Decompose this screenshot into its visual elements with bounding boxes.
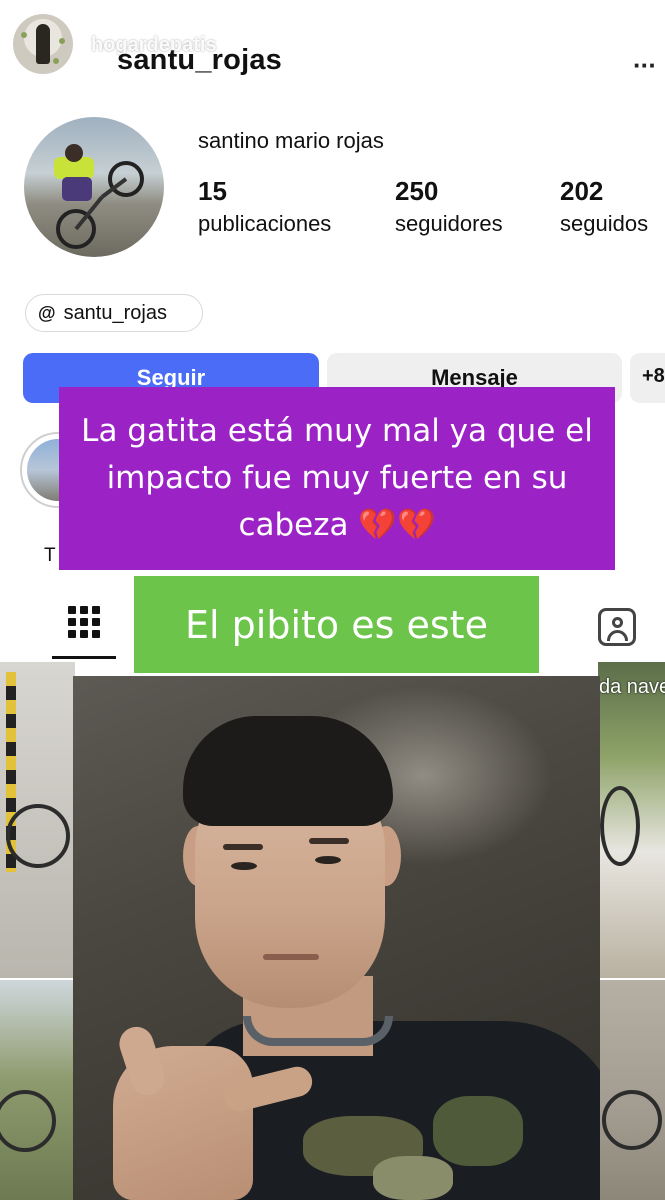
add-user-icon[interactable]: +8	[630, 353, 665, 403]
threads-link-chip[interactable]: @ santu_rojas	[25, 294, 203, 332]
profile-username: santu_rojas	[117, 44, 282, 76]
grid-post-image[interactable]	[0, 662, 75, 978]
following-count: 202	[560, 176, 604, 206]
grid-post-image[interactable]	[598, 980, 665, 1200]
active-tab-indicator	[52, 656, 116, 659]
more-options-icon[interactable]: ···	[633, 50, 657, 81]
overlay-caption: El pibito es este	[185, 602, 488, 647]
threads-icon: @	[38, 302, 56, 323]
followers-label: seguidores	[395, 211, 503, 236]
story-text-overlay: La gatita está muy mal ya que el impacto…	[59, 387, 615, 570]
overlay-portrait-photo	[73, 676, 600, 1200]
posts-label: publicaciones	[198, 211, 332, 236]
grid-post-caption: da nave	[599, 676, 665, 698]
profile-picture[interactable]	[24, 117, 164, 257]
tagged-tab-icon[interactable]	[598, 608, 636, 646]
stat-posts[interactable]: 15 publicaciones	[198, 176, 331, 237]
following-label: seguidos	[560, 211, 649, 236]
grid-post-image[interactable]	[598, 662, 665, 978]
posts-count: 15	[198, 176, 227, 206]
profile-full-name: santino mario rojas	[198, 128, 384, 153]
stat-followers[interactable]: 250 seguidores	[395, 176, 503, 237]
story-caption-overlay: El pibito es este	[134, 576, 539, 673]
broken-heart-icon: 💔💔	[358, 507, 436, 543]
grid-tab-icon[interactable]	[68, 606, 100, 638]
followers-count: 250	[395, 176, 439, 206]
stat-following[interactable]: 202 seguidos	[560, 176, 648, 237]
threads-handle: santu_rojas	[63, 301, 167, 324]
rider-illustration	[54, 144, 144, 249]
story-author-avatar[interactable]	[13, 14, 73, 74]
overlay-message: La gatita está muy mal ya que el impacto…	[81, 413, 593, 543]
grid-post-image[interactable]	[0, 980, 75, 1200]
highlight-label: T	[44, 545, 56, 566]
